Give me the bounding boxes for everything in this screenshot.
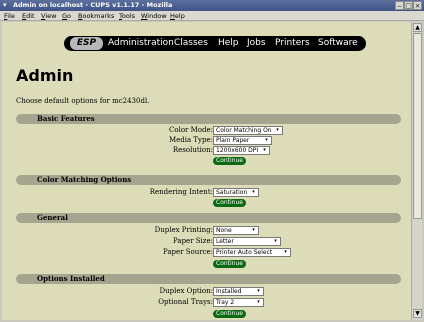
section-options-installed: Options Installed [16, 274, 401, 284]
nav-printers[interactable]: Printers [275, 38, 310, 49]
section-title: General [37, 213, 68, 222]
menu-help[interactable]: Help [170, 12, 185, 20]
menu-edit[interactable]: Edit [22, 12, 35, 20]
media-type-label: Media Type: [168, 136, 213, 144]
optional-trays-value: Tray 2 [216, 299, 235, 306]
optional-trays-label: Optional Trays: [158, 298, 213, 306]
menu-window[interactable]: Window [141, 12, 167, 20]
cups-navbar: ESP Administration Classes Help Jobs Pri… [64, 36, 366, 51]
maximize-icon[interactable]: □ [404, 1, 413, 10]
close-icon[interactable]: × [413, 1, 422, 10]
duplex-printing-value: None [216, 227, 232, 234]
paper-size-select[interactable]: Letter ▾ [213, 237, 281, 246]
vertical-scrollbar[interactable]: ▲ ▼ [411, 22, 422, 320]
media-type-select[interactable]: Plain Paper ▾ [213, 136, 272, 145]
nav-administration[interactable]: Administration [108, 38, 174, 49]
window-title: Admin on localhost - CUPS v1.1.17 - Mozi… [13, 1, 173, 9]
scrollbar-thumb[interactable] [413, 33, 422, 219]
window-titlebar: ▾ Admin on localhost - CUPS v1.1.17 - Mo… [0, 0, 424, 11]
section-title: Basic Features [37, 114, 95, 123]
continue-button[interactable]: Continue [213, 310, 246, 318]
chevron-down-icon: ▾ [284, 249, 287, 255]
menu-tools[interactable]: Tools [119, 12, 135, 20]
duplex-option-select[interactable]: Installed ▾ [213, 287, 264, 296]
continue-button[interactable]: Continue [213, 199, 246, 207]
resolution-label: Resolution: [172, 146, 213, 154]
window-menu-icon[interactable]: ▾ [3, 1, 11, 9]
optional-trays-select[interactable]: Tray 2 ▾ [213, 298, 264, 307]
chevron-down-icon: ▾ [252, 189, 255, 195]
scroll-up-icon[interactable]: ▲ [413, 23, 422, 32]
resolution-value: 1200x600 DPI [216, 147, 259, 154]
paper-size-label: Paper Size: [173, 237, 213, 245]
chevron-down-icon: ▾ [263, 147, 266, 153]
nav-classes[interactable]: Classes [174, 38, 208, 49]
continue-button[interactable]: Continue [213, 157, 246, 165]
chevron-down-icon: ▾ [252, 227, 255, 233]
duplex-printing-label: Duplex Printing: [154, 226, 213, 234]
duplex-option-label: Duplex Option: [159, 287, 213, 295]
section-title: Color Matching Options [37, 175, 132, 184]
paper-size-value: Letter [216, 238, 234, 245]
nav-software[interactable]: Software [318, 38, 358, 49]
resolution-select[interactable]: 1200x600 DPI ▾ [213, 146, 270, 155]
esp-logo[interactable]: ESP [70, 37, 103, 50]
paper-source-value: Printer Auto Select [216, 249, 273, 256]
paper-source-label: Paper Source: [162, 248, 213, 256]
page-content: ESP Administration Classes Help Jobs Pri… [2, 22, 411, 320]
chevron-down-icon: ▾ [274, 238, 277, 244]
menu-go[interactable]: Go [62, 12, 71, 20]
chevron-down-icon: ▾ [257, 299, 260, 305]
menu-file[interactable]: File [4, 12, 15, 20]
continue-button[interactable]: Continue [213, 260, 246, 268]
chevron-down-icon: ▾ [276, 127, 279, 133]
intro-text: Choose default options for mc2430dl. [16, 97, 150, 105]
menu-bar: File Edit View Go Bookmarks Tools Window… [0, 11, 424, 21]
color-mode-select[interactable]: Color Matching On ▾ [213, 126, 283, 135]
minimize-icon[interactable]: ‒ [395, 1, 404, 10]
rendering-intent-select[interactable]: Saturation ▾ [213, 188, 259, 197]
chevron-down-icon: ▾ [257, 288, 260, 294]
color-mode-value: Color Matching On [216, 127, 272, 134]
paper-source-select[interactable]: Printer Auto Select ▾ [213, 248, 291, 257]
rendering-intent-label: Rendering Intent: [149, 188, 213, 196]
page-title: Admin [16, 66, 74, 85]
chevron-down-icon: ▾ [265, 137, 268, 143]
menu-bookmarks[interactable]: Bookmarks [78, 12, 114, 20]
section-general: General [16, 213, 401, 223]
color-mode-label: Color Mode: [169, 126, 213, 134]
duplex-printing-select[interactable]: None ▾ [213, 226, 259, 235]
media-type-value: Plain Paper [216, 137, 250, 144]
nav-jobs[interactable]: Jobs [247, 38, 266, 49]
nav-help[interactable]: Help [218, 38, 239, 49]
scroll-down-icon[interactable]: ▼ [413, 309, 422, 318]
section-title: Options Installed [37, 274, 105, 283]
menu-view[interactable]: View [41, 12, 56, 20]
section-color-matching-options: Color Matching Options [16, 175, 401, 185]
rendering-intent-value: Saturation [216, 189, 248, 196]
duplex-option-value: Installed [216, 288, 242, 295]
section-basic-features: Basic Features [16, 114, 401, 124]
